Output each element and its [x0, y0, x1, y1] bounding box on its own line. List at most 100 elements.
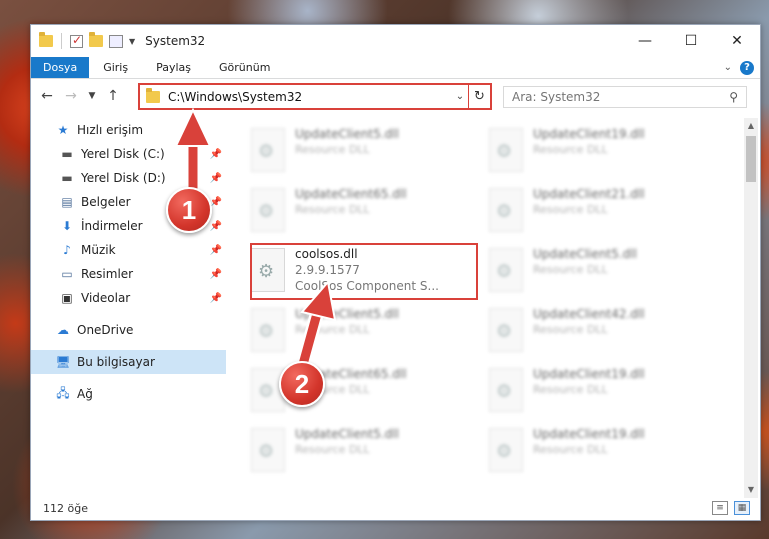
- file-name: UpdateClient19.dll: [533, 367, 645, 381]
- dll-file-icon: [489, 188, 523, 232]
- download-icon: ⬇: [61, 219, 73, 233]
- pictures-icon: ▭: [61, 267, 73, 281]
- minimize-button[interactable]: —: [622, 25, 668, 57]
- file-item[interactable]: UpdateClient5.dll Resource DLL: [251, 304, 471, 360]
- sidebar-item-label: Ağ: [77, 387, 93, 401]
- dll-file-icon: [251, 188, 285, 232]
- video-icon: ▣: [61, 291, 73, 305]
- sidebar-item-label: Videolar: [81, 291, 131, 305]
- file-item[interactable]: UpdateClient19.dll Resource DLL: [489, 424, 709, 480]
- scroll-thumb[interactable]: [746, 136, 756, 182]
- folder-icon[interactable]: [39, 32, 53, 47]
- sidebar-item-music[interactable]: ♪ Müzik 📌: [31, 238, 226, 262]
- file-item[interactable]: UpdateClient19.dll Resource DLL: [489, 124, 709, 180]
- sidebar-item-label: OneDrive: [77, 323, 134, 337]
- sidebar-item-local-disk-d[interactable]: ▬ Yerel Disk (D:) 📌: [31, 166, 226, 190]
- computer-icon: 🖥: [55, 355, 71, 369]
- details-view-icon[interactable]: ≡: [712, 501, 728, 515]
- ribbon-tabs: Dosya Giriş Paylaş Görünüm ⌄ ?: [31, 57, 760, 79]
- forward-arrow-icon[interactable]: →: [61, 88, 81, 104]
- dll-file-icon: [251, 308, 285, 352]
- address-dropdown-icon[interactable]: ⌄: [452, 91, 468, 102]
- documents-icon: ▤: [61, 195, 73, 209]
- back-arrow-icon[interactable]: ←: [37, 88, 57, 104]
- address-bar[interactable]: C:\Windows\System32 ⌄ ↻: [138, 83, 492, 110]
- file-type: Resource DLL: [533, 203, 608, 216]
- sidebar-item-pictures[interactable]: ▭ Resimler 📌: [31, 262, 226, 286]
- customize-icon[interactable]: [109, 34, 123, 48]
- tab-file[interactable]: Dosya: [31, 57, 90, 78]
- sidebar-item-quick-access[interactable]: ★ Hızlı erişim: [31, 118, 226, 142]
- toolbar-separator: [61, 33, 62, 49]
- file-name: UpdateClient5.dll: [295, 307, 399, 321]
- pin-icon[interactable]: 📌: [210, 221, 222, 232]
- network-icon: 🖧: [56, 385, 70, 400]
- qat-dropdown-icon[interactable]: ▼: [129, 37, 135, 46]
- pin-icon[interactable]: 📌: [210, 173, 222, 184]
- search-box[interactable]: ⚲: [503, 86, 747, 108]
- file-name: UpdateClient5.dll: [295, 127, 399, 141]
- file-item[interactable]: UpdateClient5.dll Resource DLL: [251, 424, 471, 480]
- file-type: Resource DLL: [533, 263, 608, 276]
- sidebar-item-this-pc[interactable]: 🖥 Bu bilgisayar: [31, 350, 226, 374]
- file-type: Resource DLL: [295, 203, 370, 216]
- window-title: System32: [145, 34, 206, 48]
- sidebar-item-label: Resimler: [81, 267, 134, 281]
- refresh-icon[interactable]: ↻: [468, 85, 490, 108]
- file-item[interactable]: UpdateClient5.dll Resource DLL: [251, 124, 471, 180]
- close-button[interactable]: ✕: [714, 25, 760, 57]
- scroll-up-icon[interactable]: ▲: [744, 118, 758, 134]
- file-item[interactable]: UpdateClient65.dll Resource DLL: [251, 184, 471, 240]
- file-type: Resource DLL: [533, 443, 608, 456]
- tab-share[interactable]: Paylaş: [142, 57, 205, 78]
- expand-ribbon-icon[interactable]: ⌄: [724, 62, 732, 73]
- tab-view[interactable]: Görünüm: [205, 57, 284, 78]
- address-path[interactable]: C:\Windows\System32: [168, 90, 452, 104]
- maximize-button[interactable]: ☐: [668, 25, 714, 57]
- pin-icon[interactable]: 📌: [210, 245, 222, 256]
- tiles-view-icon[interactable]: ▦: [734, 501, 750, 515]
- sidebar-item-network[interactable]: 🖧 Ağ: [31, 382, 226, 406]
- sidebar-item-label: Müzik: [81, 243, 116, 257]
- sidebar-item-label: Belgeler: [81, 195, 131, 209]
- pin-icon[interactable]: 📌: [210, 149, 222, 160]
- dll-file-icon: [489, 308, 523, 352]
- recent-locations-chevron-icon[interactable]: ▼: [85, 91, 99, 101]
- dll-file-icon: [251, 128, 285, 172]
- drive-icon: ▬: [61, 147, 73, 161]
- item-count: 112 öğe: [43, 501, 88, 515]
- new-folder-icon[interactable]: [89, 32, 103, 47]
- file-name: UpdateClient19.dll: [533, 427, 645, 441]
- pin-icon[interactable]: 📌: [210, 293, 222, 304]
- file-name: UpdateClient19.dll: [533, 127, 645, 141]
- status-bar: 112 öğe ≡ ▦: [31, 496, 760, 520]
- sidebar-item-onedrive[interactable]: ☁ OneDrive: [31, 318, 226, 342]
- help-icon[interactable]: ?: [740, 60, 754, 75]
- callout-step-2: 2: [279, 361, 325, 407]
- file-item[interactable]: UpdateClient42.dll Resource DLL: [489, 304, 709, 360]
- callout-step-1: 1: [166, 187, 212, 233]
- vertical-scrollbar[interactable]: ▲ ▼: [744, 118, 758, 498]
- file-type: Resource DLL: [295, 323, 370, 336]
- search-icon[interactable]: ⚲: [729, 90, 738, 104]
- sidebar-item-videos[interactable]: ▣ Videolar 📌: [31, 286, 226, 310]
- quick-access-toolbar: ▼: [39, 32, 135, 49]
- music-icon: ♪: [63, 243, 71, 257]
- pin-icon[interactable]: 📌: [210, 269, 222, 280]
- file-list: UpdateClient5.dll Resource DLL UpdateClie…: [241, 118, 741, 490]
- search-input[interactable]: [512, 90, 730, 104]
- drive-icon: ▬: [61, 171, 73, 185]
- tab-home[interactable]: Giriş: [89, 57, 142, 78]
- file-item[interactable]: UpdateClient19.dll Resource DLL: [489, 364, 709, 420]
- file-item[interactable]: UpdateClient21.dll Resource DLL: [489, 184, 709, 240]
- file-item[interactable]: UpdateClient5.dll Resource DLL: [489, 244, 709, 300]
- file-type: Resource DLL: [295, 143, 370, 156]
- up-arrow-icon[interactable]: ↑: [103, 88, 123, 104]
- file-type: Resource DLL: [533, 383, 608, 396]
- sidebar-item-local-disk-c[interactable]: ▬ Yerel Disk (C:) 📌: [31, 142, 226, 166]
- sidebar-item-label: İndirmeler: [81, 219, 143, 233]
- properties-check-icon[interactable]: [70, 33, 83, 48]
- dll-file-icon: [251, 428, 285, 472]
- navigation-pane: ★ Hızlı erişim ▬ Yerel Disk (C:) 📌 ▬ Yer…: [31, 118, 226, 490]
- star-icon: ★: [57, 123, 69, 137]
